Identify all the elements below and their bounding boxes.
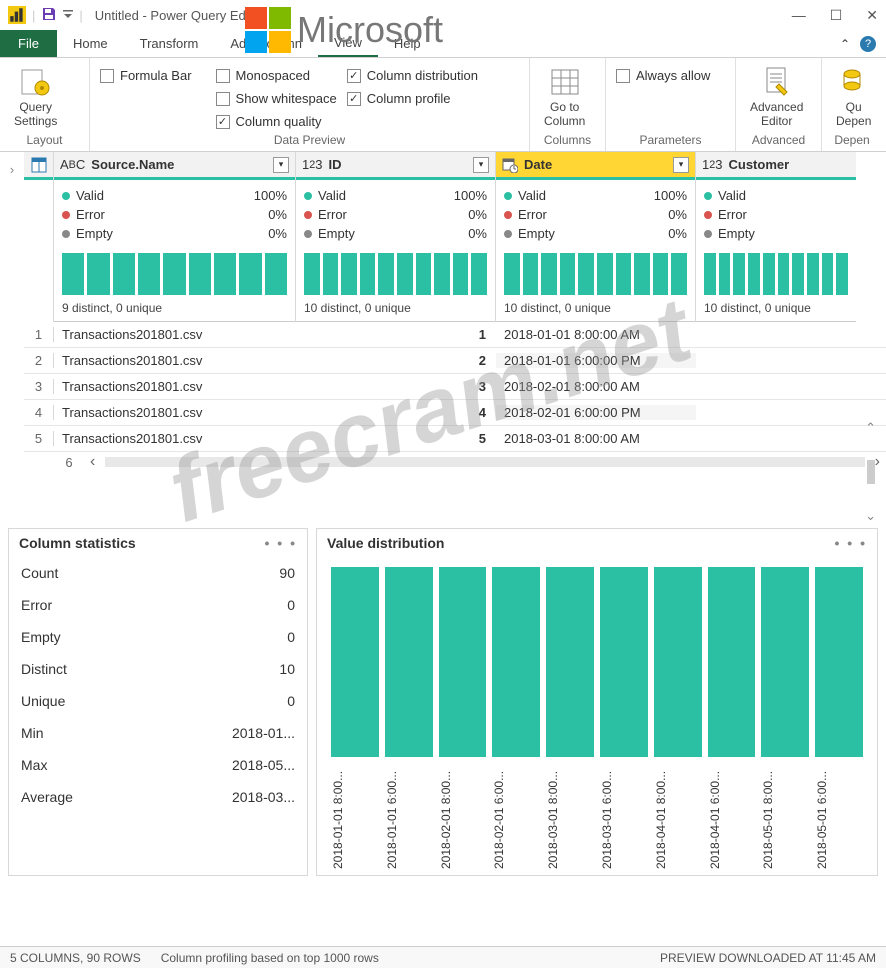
rownum-header[interactable] [24, 152, 53, 180]
advanced-editor-button[interactable]: Advanced Editor [746, 64, 807, 130]
checkbox-monospaced[interactable]: Monospaced [216, 68, 337, 83]
save-icon[interactable] [41, 6, 57, 25]
close-icon[interactable]: ✕ [866, 7, 878, 24]
vd-category-label: 2018-01-01 6:00... [385, 759, 433, 869]
checkbox-show-whitespace[interactable]: Show whitespace [216, 91, 337, 106]
stat-row: Distinct10 [9, 653, 307, 685]
column-header-date[interactable]: Date ▾ [496, 152, 695, 180]
query-dependencies-button[interactable]: Qu Depen [832, 64, 875, 130]
filter-dropdown-icon[interactable]: ▾ [473, 157, 489, 173]
group-columns-label: Columns [540, 130, 595, 149]
stats-title: Column statistics [19, 535, 136, 551]
type-number-icon: 123 [302, 157, 323, 172]
stat-row: Max2018-05... [9, 749, 307, 781]
vd-category-label: 2018-04-01 8:00... [654, 759, 702, 869]
scroll-down-icon[interactable]: ⌄ [865, 508, 876, 524]
vd-category-label: 2018-03-01 6:00... [600, 759, 648, 869]
vd-category-label: 2018-05-01 8:00... [761, 759, 809, 869]
status-profiling: Column profiling based on top 1000 rows [161, 951, 379, 965]
qat-separator-2: | [79, 8, 82, 23]
status-bar: 5 COLUMNS, 90 ROWS Column profiling base… [0, 946, 886, 968]
stats-menu-icon[interactable]: • • • [265, 535, 297, 551]
column-header-customer[interactable]: 123 Customer [696, 152, 856, 180]
query-settings-button[interactable]: Query Settings [10, 64, 61, 130]
filter-dropdown-icon[interactable]: ▾ [273, 157, 289, 173]
tab-transform[interactable]: Transform [124, 30, 215, 57]
checkbox-column-distribution[interactable]: ✓Column distribution [347, 68, 478, 83]
scroll-thumb[interactable] [867, 460, 875, 484]
table-row[interactable]: 1Transactions201801.csv12018-01-01 8:00:… [24, 322, 886, 348]
value-distribution-chart [317, 557, 877, 757]
group-dependencies-label: Depen [832, 130, 872, 149]
minimize-icon[interactable]: — [792, 7, 806, 23]
horizontal-scrollbar[interactable]: 6 ‹ › [24, 452, 886, 472]
tab-home[interactable]: Home [57, 30, 124, 57]
ribbon-body: Query Settings Layout Formula Bar Monosp… [0, 58, 886, 152]
window-title: Untitled - Power Query Editor [95, 8, 264, 23]
stat-row: Min2018-01... [9, 717, 307, 749]
vd-category-label: 2018-03-01 8:00... [546, 759, 594, 869]
vertical-scroll-arrows[interactable]: ⌃ ⌄ [865, 420, 876, 524]
status-columns-rows: 5 COLUMNS, 90 ROWS [10, 951, 141, 965]
table-row[interactable]: 4Transactions201801.csv42018-02-01 6:00:… [24, 400, 886, 426]
scroll-track[interactable] [105, 457, 864, 467]
stat-row: Unique0 [9, 685, 307, 717]
tab-file[interactable]: File [0, 30, 57, 57]
scroll-left-icon[interactable]: ‹ [84, 453, 101, 471]
app-icon [8, 6, 26, 24]
qat-customize-icon[interactable] [63, 8, 73, 23]
type-number-icon: 123 [702, 157, 723, 172]
checkbox-column-profile[interactable]: ✓Column profile [347, 91, 478, 106]
column-statistics-panel: Column statistics • • • Count90Error0Empt… [8, 528, 308, 876]
group-advanced-label: Advanced [746, 130, 811, 149]
qat-separator: | [32, 8, 35, 23]
group-parameters-label: Parameters [616, 130, 725, 149]
group-layout-label: Layout [10, 130, 79, 149]
checkbox-always-allow[interactable]: Always allow [616, 68, 710, 83]
vd-category-label: 2018-05-01 6:00... [815, 759, 863, 869]
vd-category-label: 2018-02-01 8:00... [439, 759, 487, 869]
table-row[interactable]: 5Transactions201801.csv52018-03-01 8:00:… [24, 426, 886, 452]
table-icon [31, 157, 47, 173]
type-datetime-icon [502, 157, 518, 173]
vd-menu-icon[interactable]: • • • [835, 535, 867, 551]
checkbox-formula-bar[interactable]: Formula Bar [100, 68, 192, 83]
vd-category-label: 2018-01-01 8:00... [331, 759, 379, 869]
microsoft-watermark: Microsoft [245, 0, 443, 60]
help-icon[interactable]: ? [860, 36, 876, 52]
scroll-up-icon[interactable]: ⌃ [865, 420, 876, 436]
stat-row: Average2018-03... [9, 781, 307, 813]
stat-row: Count90 [9, 557, 307, 589]
stat-row: Error0 [9, 589, 307, 621]
collapse-ribbon-icon[interactable]: ⌃ [840, 37, 850, 51]
group-data-preview-label: Data Preview [100, 130, 519, 149]
value-distribution-panel: Value distribution • • • 2018-01-01 8:00.… [316, 528, 878, 876]
vd-category-label: 2018-04-01 6:00... [708, 759, 756, 869]
checkbox-column-quality[interactable]: ✓Column quality [216, 114, 337, 129]
main-area: › ABC Source.Name ▾ Valid100% Error0% Em… [0, 152, 886, 522]
table-row[interactable]: 3Transactions201801.csv32018-02-01 8:00:… [24, 374, 886, 400]
table-row[interactable]: 2Transactions201801.csv22018-01-01 6:00:… [24, 348, 886, 374]
vd-category-label: 2018-02-01 6:00... [492, 759, 540, 869]
column-header-id[interactable]: 123 ID ▾ [296, 152, 495, 180]
goto-column-button[interactable]: Go to Column [540, 64, 589, 130]
status-preview-time: PREVIEW DOWNLOADED AT 11:45 AM [660, 951, 876, 965]
maximize-icon[interactable]: ☐ [830, 7, 843, 24]
filter-dropdown-icon[interactable]: ▾ [673, 157, 689, 173]
type-text-icon: ABC [60, 157, 85, 172]
column-header-source-name[interactable]: ABC Source.Name ▾ [54, 152, 295, 180]
stat-row: Empty0 [9, 621, 307, 653]
queries-pane-expander[interactable]: › [0, 152, 24, 522]
vd-title: Value distribution [327, 535, 444, 551]
